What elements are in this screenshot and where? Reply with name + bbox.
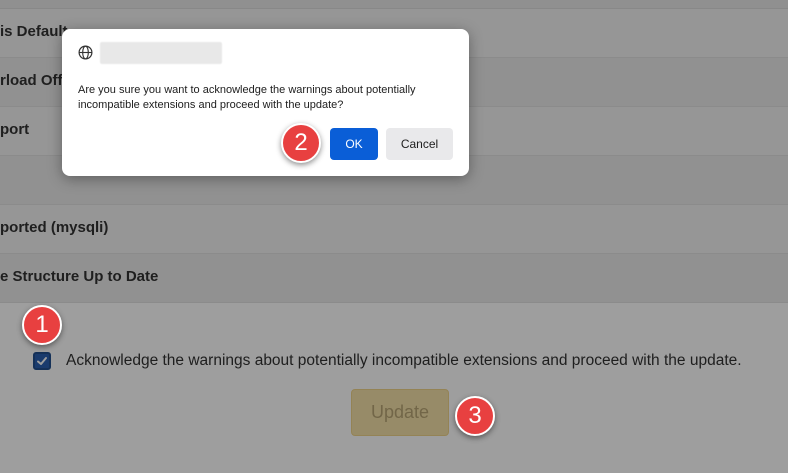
dialog-origin-redacted [100,42,222,64]
dialog-message: Are you sure you want to acknowledge the… [78,84,416,111]
confirm-dialog: Are you sure you want to acknowledge the… [62,29,469,176]
step-marker-3: 3 [455,396,495,436]
step-marker-1: 1 [22,305,62,345]
ok-button[interactable]: OK [330,128,378,160]
globe-icon [78,45,93,60]
cancel-button[interactable]: Cancel [386,128,453,160]
step-marker-2: 2 [281,123,321,163]
